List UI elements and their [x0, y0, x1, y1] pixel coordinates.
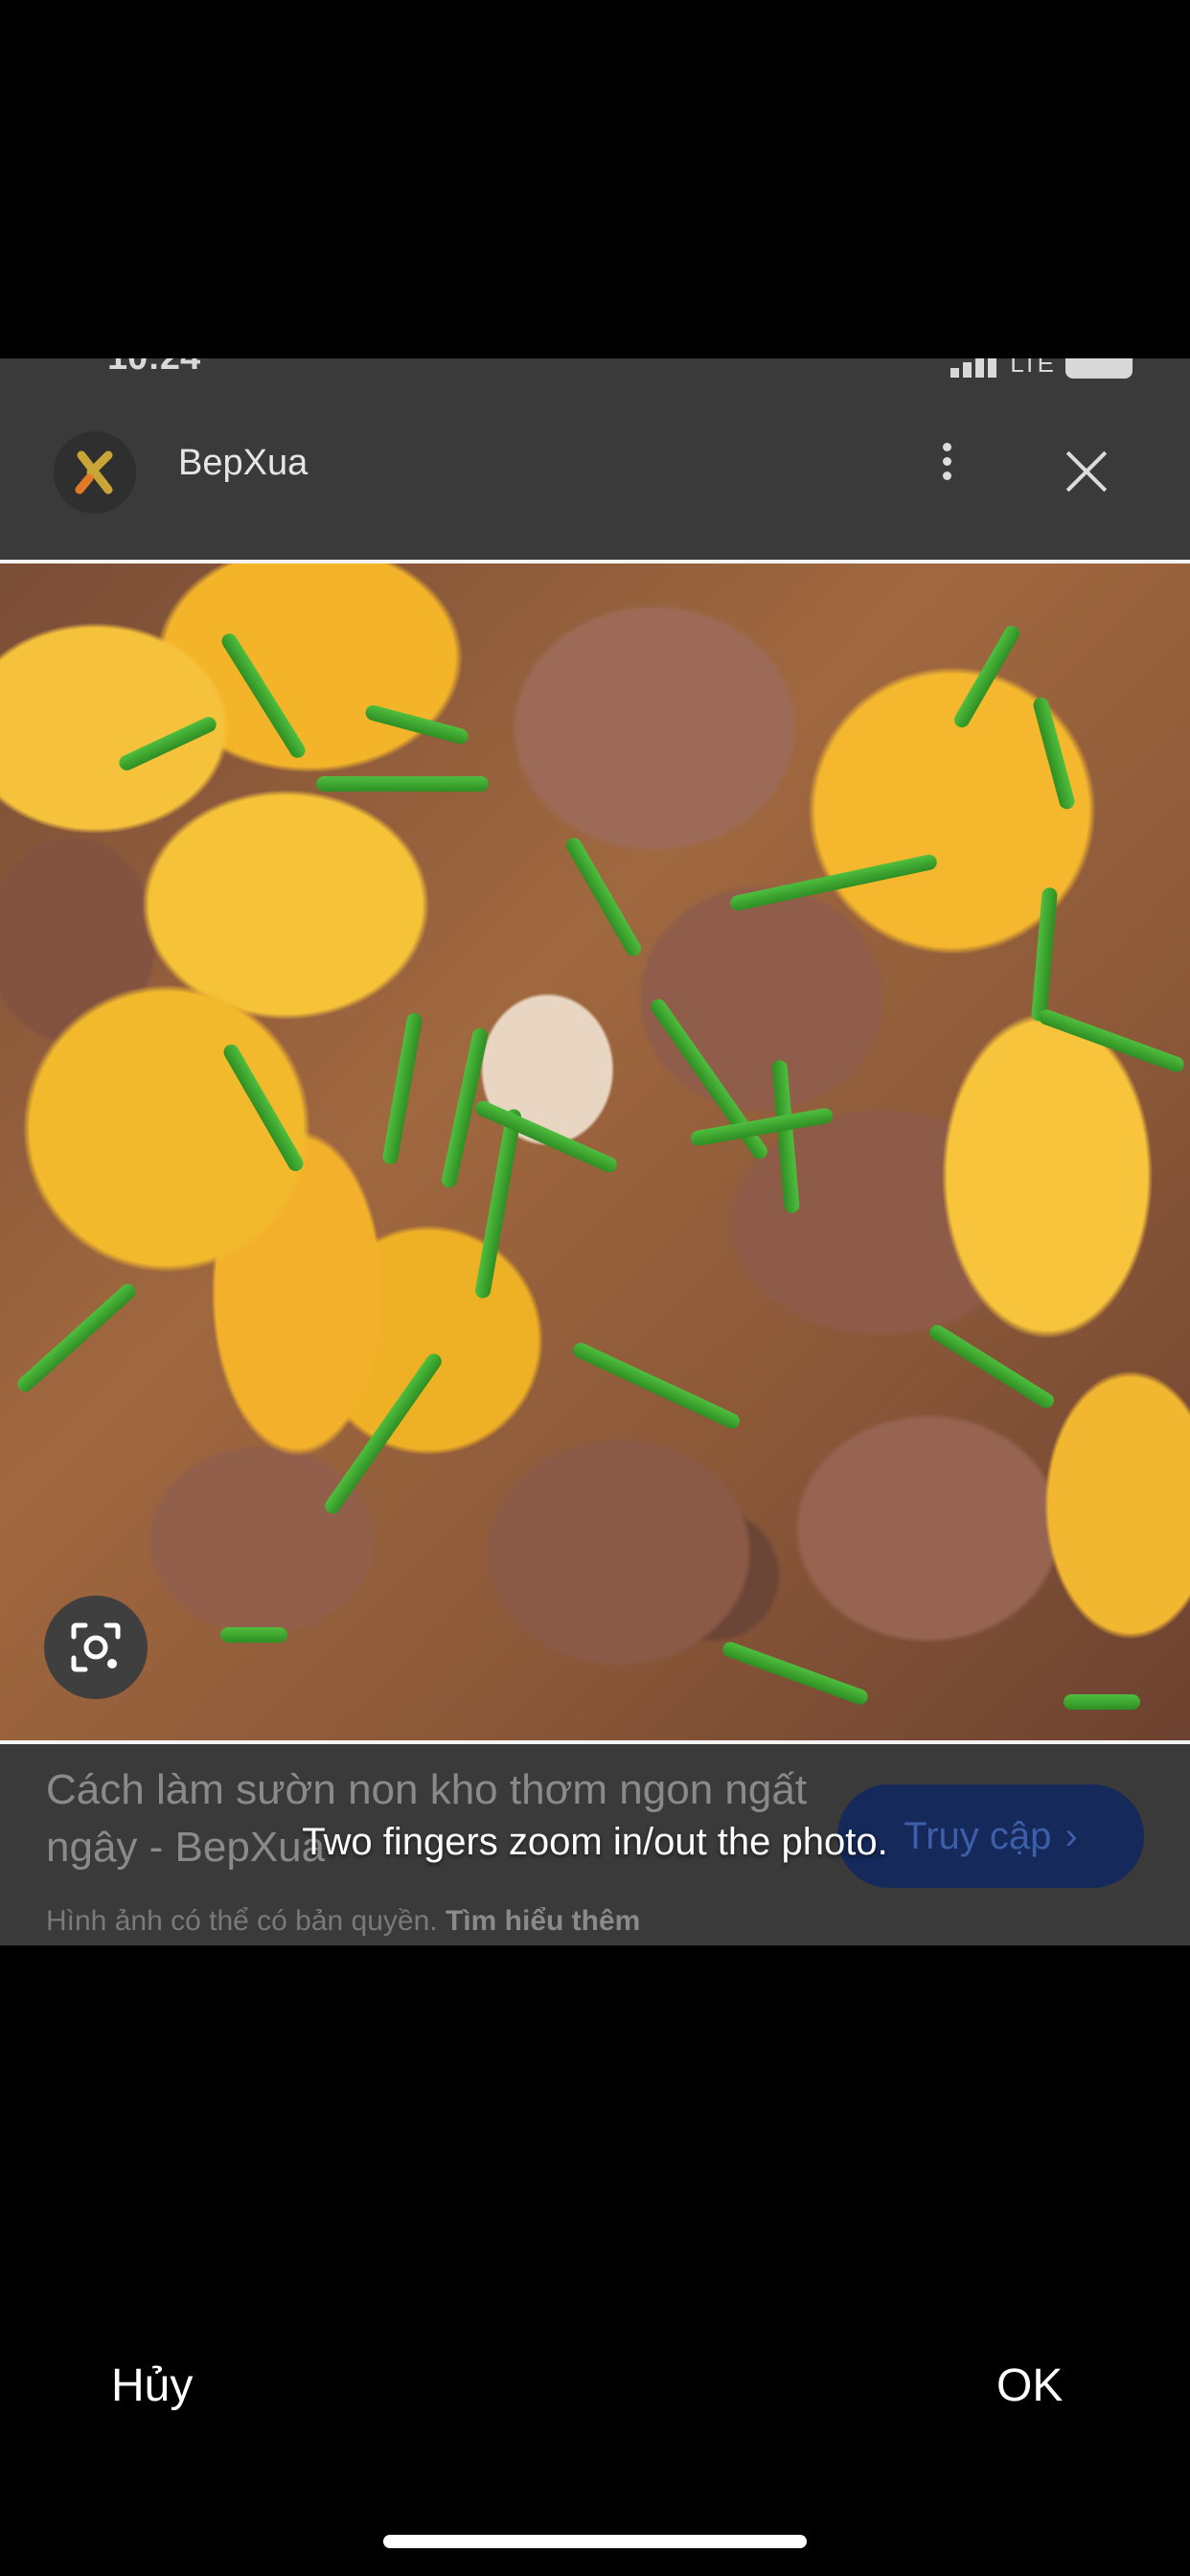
food-photo[interactable]	[0, 560, 1190, 1744]
cancel-button[interactable]: Hủy	[111, 2359, 193, 2412]
scallion-decoration	[316, 776, 489, 792]
lens-search-button[interactable]	[44, 1596, 148, 1699]
scallion-decoration	[322, 1350, 445, 1517]
site-name: BepXua	[178, 443, 309, 483]
scallion-decoration	[721, 1640, 870, 1707]
copyright-text: Hình ảnh có thể có bản quyền.	[46, 1905, 438, 1937]
scallion-decoration	[1030, 886, 1059, 1023]
scallion-decoration	[563, 835, 644, 959]
network-label: LTE	[1010, 358, 1054, 378]
scallion-decoration	[14, 1280, 139, 1395]
copyright-note: Hình ảnh có thể có bản quyền. Tìm hiểu t…	[46, 1905, 640, 1938]
scallion-decoration	[728, 853, 939, 912]
zoom-hint: Two fingers zoom in/out the photo.	[302, 1821, 888, 1863]
scallion-decoration	[951, 623, 1022, 730]
scallion-decoration	[220, 1042, 307, 1174]
scallion-decoration	[771, 1059, 800, 1214]
app-header: BepXua	[0, 397, 1190, 540]
scallion-decoration	[473, 1108, 523, 1300]
scallion-decoration	[1037, 1007, 1186, 1074]
scallion-decoration	[381, 1011, 423, 1166]
site-logo	[54, 431, 136, 514]
battery-icon	[1065, 358, 1133, 379]
scallion-decoration	[570, 1340, 743, 1432]
ok-button[interactable]: OK	[996, 2359, 1063, 2412]
captured-screenshot: 10:24 LTE BepXua	[0, 358, 1190, 1945]
scallion-decoration	[220, 1627, 287, 1643]
close-icon[interactable]	[1062, 447, 1111, 496]
status-indicators: LTE	[950, 358, 1133, 379]
scallion-decoration	[1031, 695, 1077, 812]
more-options-icon[interactable]	[927, 437, 966, 504]
scallion-decoration	[927, 1322, 1057, 1412]
lens-icon	[71, 1622, 121, 1672]
status-bar: 10:24 LTE	[0, 358, 1190, 397]
scallion-decoration	[1064, 1694, 1140, 1710]
home-indicator[interactable]	[383, 2535, 807, 2548]
scallion-decoration	[218, 631, 309, 761]
scallion-decoration	[472, 1098, 620, 1175]
scallion-decoration	[363, 703, 470, 746]
signal-icon	[950, 358, 998, 378]
status-time: 10:24	[107, 358, 200, 379]
scallion-decoration	[116, 714, 219, 773]
learn-more-link[interactable]: Tìm hiểu thêm	[446, 1905, 640, 1937]
